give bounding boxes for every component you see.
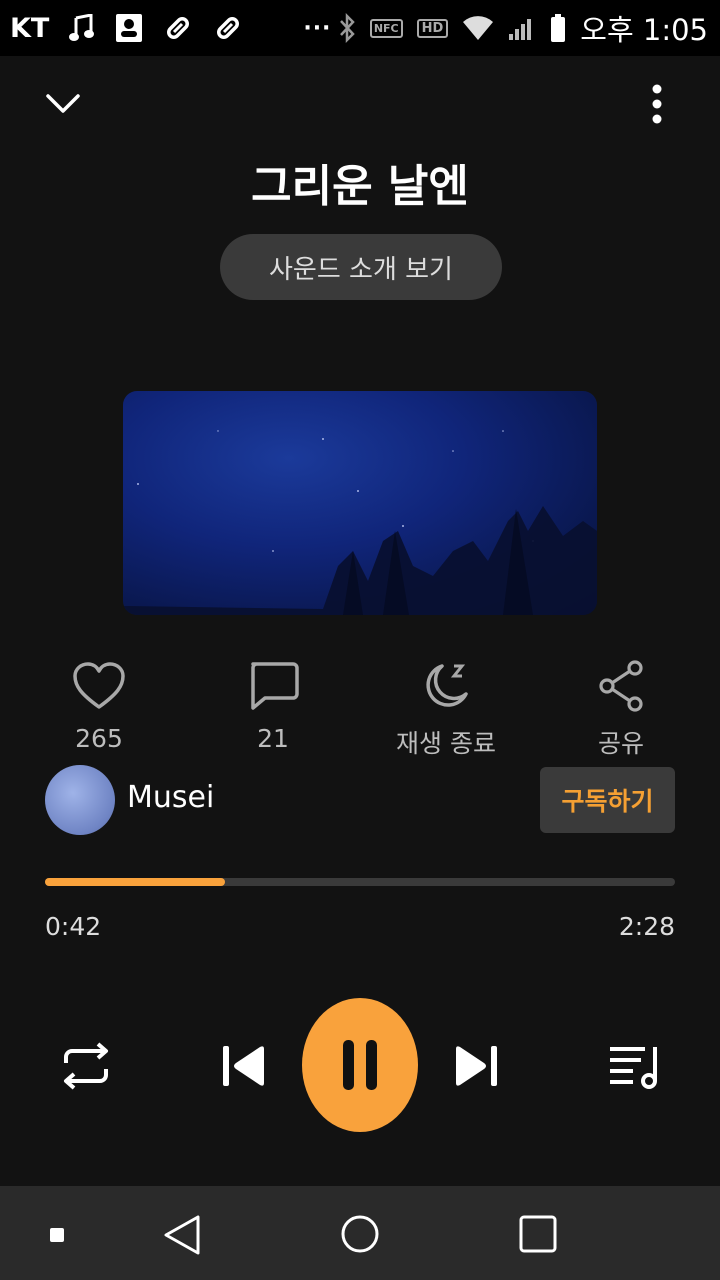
current-time: 0:42 bbox=[45, 912, 102, 941]
creator-name[interactable]: Musei bbox=[127, 780, 214, 815]
sleep-timer-label: 재생 종료 bbox=[396, 729, 496, 758]
comment-icon bbox=[251, 662, 299, 710]
sound-intro-button[interactable]: 사운드 소개 보기 bbox=[220, 234, 502, 300]
status-bar-right: NFC HD 오후 1:05 bbox=[338, 8, 708, 48]
previous-button[interactable] bbox=[218, 1040, 268, 1092]
overview-icon[interactable] bbox=[518, 1214, 558, 1254]
more-vertical-icon[interactable] bbox=[647, 84, 667, 124]
status-bar: KT ··· NFC HD 오후 1:05 bbox=[0, 0, 720, 56]
bluetooth-icon bbox=[339, 13, 355, 43]
chevron-down-icon[interactable] bbox=[44, 88, 82, 118]
recent-dot-icon[interactable] bbox=[50, 1228, 64, 1242]
avatar[interactable] bbox=[45, 765, 115, 835]
sleep-timer-action[interactable]: 재생 종료 bbox=[376, 660, 516, 760]
skip-next-icon bbox=[456, 1046, 497, 1086]
link-icon bbox=[167, 17, 190, 39]
pause-icon bbox=[343, 1040, 377, 1090]
progress-fill bbox=[45, 878, 225, 886]
repeat-button[interactable] bbox=[56, 1038, 116, 1094]
pause-button[interactable] bbox=[302, 998, 418, 1132]
moon-sleep-icon bbox=[426, 664, 468, 707]
artwork-night-sky bbox=[123, 430, 597, 615]
next-button[interactable] bbox=[452, 1040, 502, 1092]
link-icon-2 bbox=[217, 17, 240, 39]
share-icon bbox=[599, 660, 643, 712]
carrier-label: KT bbox=[10, 12, 50, 44]
playlist-icon bbox=[610, 1047, 657, 1089]
battery-icon bbox=[551, 14, 566, 42]
subscribe-button[interactable]: 구독하기 bbox=[540, 767, 675, 833]
share-label: 공유 bbox=[597, 729, 644, 758]
progress-bar[interactable] bbox=[45, 878, 675, 886]
signal-icon bbox=[509, 19, 532, 40]
clock: 오후 1:05 bbox=[580, 13, 708, 47]
music-note-icon bbox=[69, 14, 95, 41]
share-action[interactable]: 공유 bbox=[551, 660, 691, 760]
home-icon[interactable] bbox=[340, 1214, 380, 1254]
overflow-notifications-icon: ··· bbox=[303, 15, 332, 41]
comment-count: 21 bbox=[257, 724, 289, 753]
skip-previous-icon bbox=[223, 1046, 264, 1086]
total-time: 2:28 bbox=[618, 912, 675, 941]
back-icon[interactable] bbox=[162, 1214, 202, 1256]
like-action[interactable]: 265 bbox=[29, 660, 169, 753]
track-title: 그리운 날엔 bbox=[251, 161, 469, 212]
hd-icon: HD bbox=[416, 18, 449, 38]
nfc-icon: NFC bbox=[369, 18, 403, 38]
wifi-icon bbox=[463, 16, 494, 40]
playlist-button[interactable] bbox=[604, 1038, 664, 1094]
system-nav-bar bbox=[0, 1186, 720, 1280]
album-artwork bbox=[123, 391, 597, 615]
heart-icon bbox=[73, 662, 125, 709]
comment-action[interactable]: 21 bbox=[203, 660, 343, 753]
status-bar-left: KT ··· bbox=[10, 8, 331, 48]
repeat-icon bbox=[64, 1042, 108, 1090]
contact-card-icon bbox=[116, 14, 143, 42]
like-count: 265 bbox=[75, 724, 123, 753]
